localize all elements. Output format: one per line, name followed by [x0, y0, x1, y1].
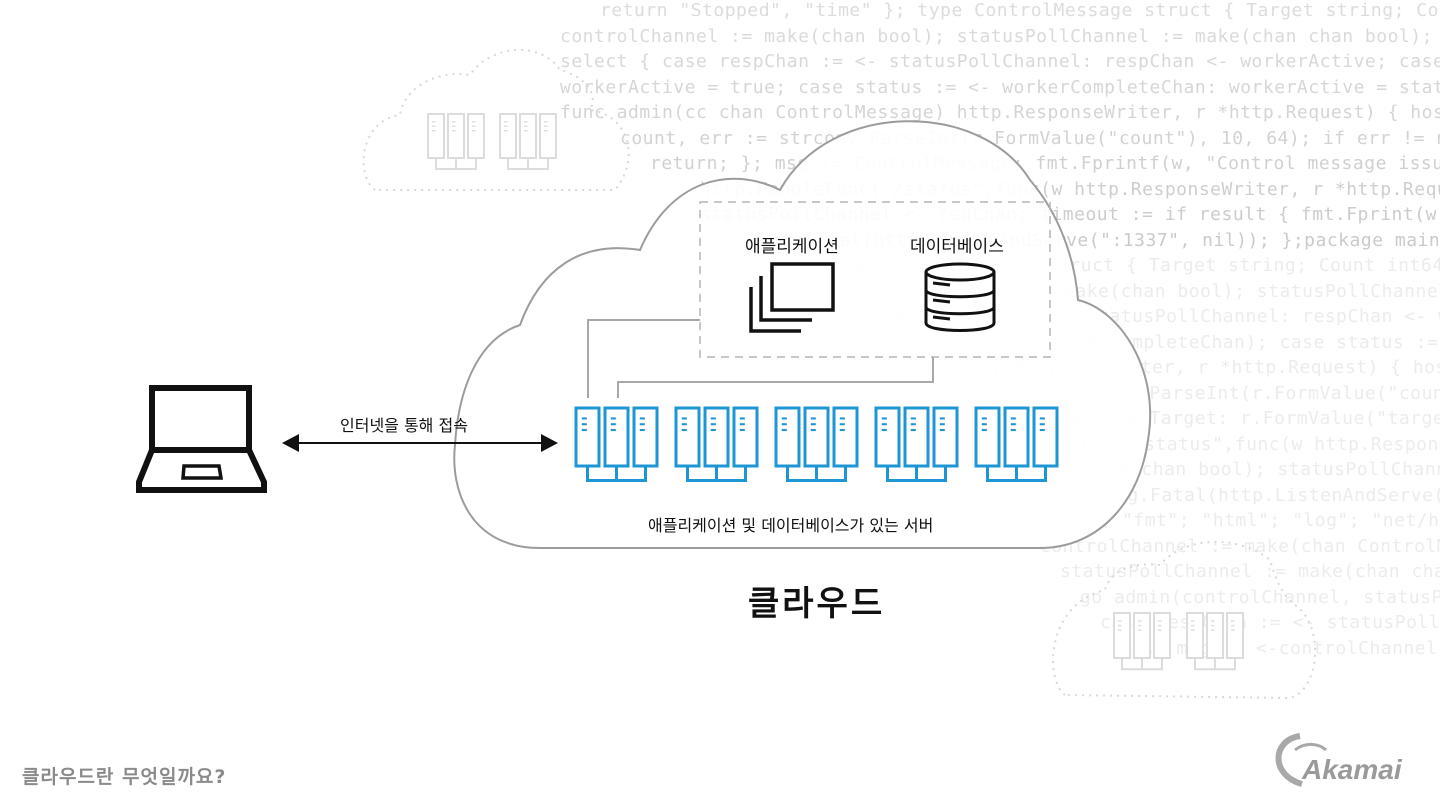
laptop-icon: [136, 385, 267, 493]
server-unit: [732, 406, 759, 468]
server-unit: [674, 406, 701, 468]
server-unit: [539, 113, 557, 159]
server-unit: [574, 406, 601, 468]
server-unit: [1153, 612, 1171, 659]
decor-cloud-bottom-right: [1052, 540, 1316, 700]
server-unit: [447, 113, 465, 159]
server-unit: [774, 406, 801, 468]
servers-label: 애플리케이션 및 데이터베이스가 있는 서버: [648, 516, 934, 535]
brand-name: Akamai: [1302, 754, 1402, 785]
server-unit: [832, 406, 859, 468]
server-rack-icon: [499, 113, 557, 170]
server-unit: [603, 406, 630, 468]
server-unit: [1003, 406, 1030, 468]
server-unit: [1206, 612, 1224, 659]
server-unit: [1032, 406, 1059, 468]
server-rack-icon: [427, 113, 485, 170]
cloud-diagram: [136, 49, 1327, 787]
server-unit: [874, 406, 901, 468]
server-rack-icon: [874, 406, 959, 482]
server-rack-icon: [1113, 612, 1171, 671]
server-unit: [1186, 612, 1204, 659]
server-rack-icon: [574, 406, 659, 482]
database-icon: [924, 262, 996, 332]
akamai-logo: Akamai: [1270, 730, 1430, 794]
db-label: 데이터베이스: [910, 237, 1004, 257]
server-unit: [427, 113, 445, 159]
server-unit: [632, 406, 659, 468]
server-unit: [932, 406, 959, 468]
server-rack-icon: [1186, 612, 1244, 671]
server-unit: [1113, 612, 1131, 659]
app-label: 애플리케이션: [745, 237, 839, 257]
server-unit: [467, 113, 485, 159]
decor-server-racks: [1113, 612, 1244, 671]
server-unit: [519, 113, 537, 159]
server-unit: [499, 113, 517, 159]
server-rack-icon: [774, 406, 859, 482]
server-unit: [903, 406, 930, 468]
cloud-title: 클라우드: [748, 584, 886, 624]
server-unit: [974, 406, 1001, 468]
footer-title: 클라우드란 무엇일까요?: [22, 766, 227, 788]
server-unit: [1133, 612, 1151, 659]
decor-server-racks: [427, 113, 557, 170]
server-unit: [1226, 612, 1244, 659]
server-unit: [803, 406, 830, 468]
decor-cloud-top-left: [362, 49, 630, 191]
server-unit: [703, 406, 730, 468]
cloud-outline: [453, 120, 1152, 549]
server-rack-icon: [974, 406, 1059, 482]
connection-label: 인터넷을 통해 접속: [340, 416, 468, 435]
server-rack-icon: [674, 406, 759, 482]
